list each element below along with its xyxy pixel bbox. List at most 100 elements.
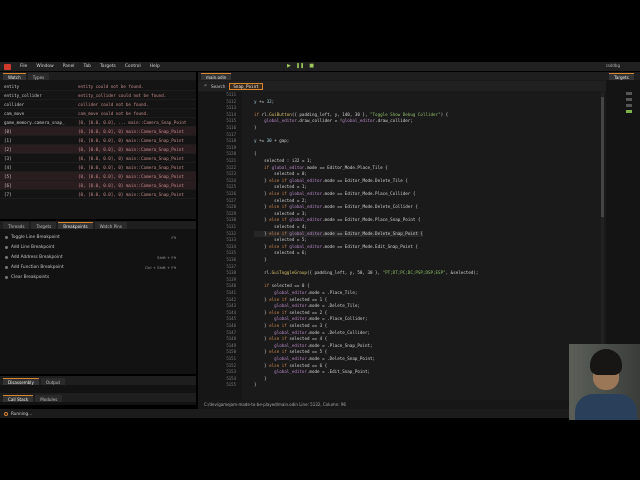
- code-line[interactable]: selected = 4;: [254, 224, 307, 231]
- menu-help[interactable]: Help: [150, 64, 160, 69]
- line-number[interactable]: 5141: [206, 290, 236, 297]
- code-line[interactable]: global_editor.mode = .Delete_Snap_Point;: [254, 356, 375, 363]
- watch-expression[interactable]: cam_move: [0, 111, 78, 116]
- line-number[interactable]: 5150: [206, 349, 236, 356]
- line-number[interactable]: 5124: [206, 178, 236, 185]
- line-number[interactable]: 5112: [206, 99, 236, 106]
- code-line[interactable]: } else if global_editor.mode == Editor_M…: [254, 244, 418, 251]
- code-line[interactable]: } else if selected == 4 {: [254, 336, 327, 343]
- code-line[interactable]: } else if selected == 1 {: [254, 297, 327, 304]
- code-line[interactable]: } else if global_editor.mode == Editor_M…: [254, 217, 420, 224]
- code-line[interactable]: } else if global_editor.mode == Editor_M…: [254, 191, 415, 198]
- line-number[interactable]: 5149: [206, 343, 236, 350]
- code-line[interactable]: selected = 3;: [254, 211, 307, 218]
- breakpoint-command[interactable]: Toggle Line Breakpoint F9: [0, 232, 196, 242]
- tab-threads[interactable]: Threads: [3, 222, 30, 229]
- tab-watch-pins[interactable]: Watch Pins: [94, 222, 127, 229]
- line-number[interactable]: 5117: [206, 132, 236, 139]
- tab-call-stack[interactable]: Call Stack: [3, 395, 34, 402]
- code-line[interactable]: selected = 6;: [254, 250, 307, 257]
- line-number[interactable]: 5118: [206, 138, 236, 145]
- line-number[interactable]: 5134: [206, 244, 236, 251]
- tab-watch[interactable]: Watch: [3, 73, 26, 80]
- line-number[interactable]: 5116: [206, 125, 236, 132]
- tab-targets-right[interactable]: Targets: [609, 73, 634, 80]
- target-toggle-icon[interactable]: [626, 104, 632, 107]
- code-line[interactable]: } else if global_editor.mode == Editor_M…: [254, 230, 423, 238]
- code-line[interactable]: } else if global_editor.mode == Editor_M…: [254, 178, 408, 185]
- code-line[interactable]: } else if selected == 3 {: [254, 323, 327, 330]
- breakpoint-command[interactable]: Clear Breakpoints: [0, 272, 196, 282]
- watch-row[interactable]: [5] {0, [0.0, 0.0], 0} main::Camera_Snap_…: [0, 172, 196, 181]
- menu-panel[interactable]: Panel: [63, 64, 75, 69]
- watch-expression[interactable]: [3]: [0, 156, 78, 161]
- code-line[interactable]: selected = 2;: [254, 198, 307, 205]
- target-enabled-icon[interactable]: [626, 110, 632, 113]
- code-line[interactable]: global_editor.mode = .Place_Collider;: [254, 316, 367, 323]
- search-input[interactable]: Snap_Point: [229, 82, 263, 90]
- tab-types[interactable]: Types: [27, 73, 50, 80]
- watch-expression[interactable]: [1]: [0, 138, 78, 143]
- line-number[interactable]: 5115: [206, 118, 236, 125]
- watch-row[interactable]: [4] {0, [0.0, 0.0], 0} main::Camera_Snap_…: [0, 163, 196, 172]
- code-line[interactable]: } else if global_editor.mode == Editor_M…: [254, 204, 418, 211]
- line-number[interactable]: 5142: [206, 297, 236, 304]
- watch-expression[interactable]: [6]: [0, 183, 78, 188]
- watch-row[interactable]: [6] {0, [0.0, 0.0], 0} main::Camera_Snap_…: [0, 181, 196, 190]
- line-number[interactable]: 5155: [206, 382, 236, 389]
- breakpoint-command[interactable]: Add Function Breakpoint Ctrl + Shift + F9: [0, 262, 196, 272]
- watch-row[interactable]: [7] {0, [0.0, 0.0], 0} main::Camera_Snap_…: [0, 190, 196, 199]
- code-line[interactable]: }: [254, 382, 257, 389]
- code-line[interactable]: y += 32;: [254, 99, 274, 106]
- watch-row[interactable]: entity entity could not be found.: [0, 82, 196, 91]
- line-number[interactable]: 5152: [206, 363, 236, 370]
- watch-expression[interactable]: [2]: [0, 147, 78, 152]
- tab-disassembly[interactable]: Disassembly: [3, 378, 39, 385]
- line-number[interactable]: 5148: [206, 336, 236, 343]
- line-number[interactable]: 5123: [206, 171, 236, 178]
- line-number[interactable]: 5133: [206, 237, 236, 244]
- line-number[interactable]: 5146: [206, 323, 236, 330]
- play-icon[interactable]: ▶: [287, 63, 291, 69]
- menu-file[interactable]: File: [20, 64, 27, 69]
- breakpoint-command[interactable]: Add Line Breakpoint: [0, 242, 196, 252]
- code-line[interactable]: if selected == 0 {: [254, 283, 309, 290]
- watch-expression[interactable]: [5]: [0, 174, 78, 179]
- watch-expression[interactable]: game_memory.camera_snap_: [0, 120, 78, 125]
- code-line[interactable]: if global_editor.mode == Editor_Mode.Pla…: [254, 165, 388, 172]
- line-number[interactable]: 5119: [206, 145, 236, 152]
- line-number[interactable]: 5126: [206, 191, 236, 198]
- line-number[interactable]: 5114: [206, 112, 236, 119]
- watch-expression[interactable]: [7]: [0, 192, 78, 197]
- line-number[interactable]: 5143: [206, 303, 236, 310]
- code-line[interactable]: global_editor.draw_collider = !global_ed…: [254, 118, 413, 125]
- watch-expression[interactable]: entity: [0, 84, 78, 89]
- watch-expression[interactable]: entity_collider: [0, 93, 78, 98]
- watch-expression[interactable]: collider: [0, 102, 78, 107]
- line-number[interactable]: 5121: [206, 158, 236, 165]
- line-number[interactable]: 5153: [206, 369, 236, 376]
- line-number[interactable]: 5147: [206, 330, 236, 337]
- line-number[interactable]: 5138: [206, 270, 236, 277]
- line-number[interactable]: 5135: [206, 250, 236, 257]
- tab-targets[interactable]: Targets: [31, 222, 57, 229]
- menu-window[interactable]: Window: [36, 64, 53, 69]
- code-line[interactable]: } else if selected == 2 {: [254, 310, 327, 317]
- target-toggle-icon[interactable]: [626, 98, 632, 101]
- code-line[interactable]: {: [254, 151, 257, 158]
- line-number[interactable]: 5129: [206, 211, 236, 218]
- menu-control[interactable]: Control: [125, 64, 141, 69]
- watch-expression[interactable]: [0]: [0, 129, 78, 134]
- line-number[interactable]: 5144: [206, 310, 236, 317]
- watch-row[interactable]: [0] {0, [0.0, 0.0], 0} main::Camera_Snap_…: [0, 127, 196, 136]
- code-line[interactable]: if rl.GuiButton({ padding_left, y, 140, …: [254, 112, 448, 119]
- code-line[interactable]: global_editor.mode = .Place_Snap_Point;: [254, 343, 372, 350]
- code-line[interactable]: } else if selected == 6 {: [254, 363, 327, 370]
- pause-icon[interactable]: ❚❚: [296, 63, 304, 69]
- code-line[interactable]: rl.GuiToggleGroup({ padding_left, y, 50,…: [254, 270, 478, 277]
- code-line[interactable]: global_editor.mode = .Place_Tile;: [254, 290, 357, 297]
- code-line[interactable]: }: [254, 376, 267, 383]
- line-number[interactable]: 5128: [206, 204, 236, 211]
- line-number[interactable]: 5113: [206, 105, 236, 112]
- line-number[interactable]: 5137: [206, 264, 236, 271]
